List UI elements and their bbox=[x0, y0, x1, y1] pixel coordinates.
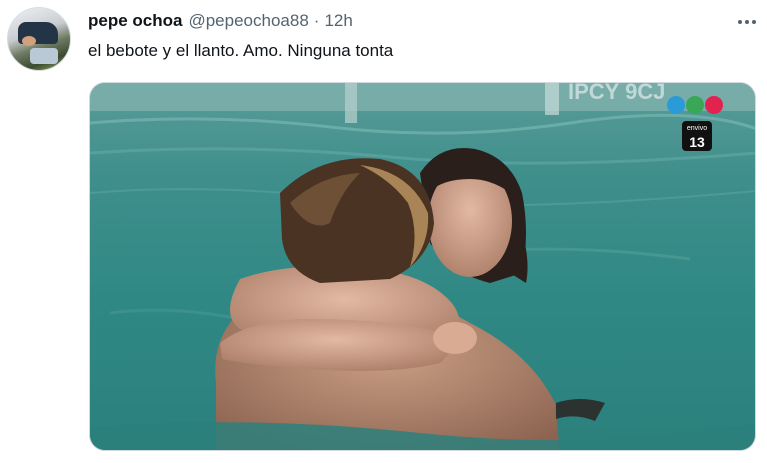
photo-scene: IPCY 9CJ envivo 13 bbox=[90, 83, 755, 450]
more-dot bbox=[752, 20, 756, 24]
avatar-shape bbox=[22, 36, 36, 46]
live-label: envivo bbox=[687, 125, 707, 132]
tweet-text: el bebote y el llanto. Amo. Ninguna tont… bbox=[88, 41, 394, 60]
tweet-header: pepe ochoa @pepeochoa88 · 12h bbox=[88, 11, 353, 31]
author-avatar[interactable] bbox=[7, 7, 71, 71]
more-dot bbox=[738, 20, 742, 24]
author-handle[interactable]: @pepeochoa88 bbox=[188, 11, 308, 31]
tweet-timestamp[interactable]: 12h bbox=[324, 11, 352, 31]
live-channel-badge: envivo 13 bbox=[682, 121, 712, 151]
overlay-text: IPCY 9CJ bbox=[568, 83, 665, 104]
tweet-media-photo[interactable]: IPCY 9CJ envivo 13 bbox=[89, 82, 756, 451]
header-separator: · bbox=[313, 11, 320, 30]
more-options-button[interactable] bbox=[735, 12, 759, 32]
avatar-shape bbox=[30, 48, 58, 64]
more-dot bbox=[745, 20, 749, 24]
channel-number: 13 bbox=[689, 134, 705, 150]
author-display-name[interactable]: pepe ochoa bbox=[88, 11, 182, 31]
channel-dots-logo bbox=[667, 96, 723, 114]
